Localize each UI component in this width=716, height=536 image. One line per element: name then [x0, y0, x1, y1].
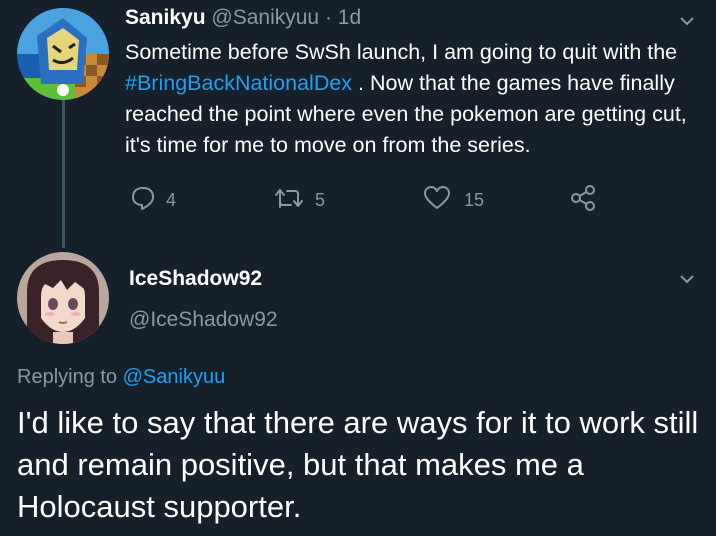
author-handle[interactable]: @IceShadow92 — [129, 308, 278, 332]
share-button[interactable] — [569, 183, 597, 217]
reply-count: 4 — [166, 189, 177, 210]
tweet-text: Sometime before SwSh launch, I am going … — [125, 37, 700, 161]
author-name[interactable]: IceShadow92 — [129, 267, 262, 291]
replying-prefix: Replying to — [17, 366, 123, 388]
thread-line — [62, 98, 65, 248]
chevron-down-icon[interactable] — [680, 14, 694, 28]
like-count: 15 — [464, 189, 485, 210]
avatar[interactable] — [17, 252, 109, 344]
reply-icon — [130, 185, 156, 216]
separator: · — [324, 6, 332, 29]
tweet-text: I'd like to say that there are ways for … — [17, 405, 699, 524]
tweet-text-part: Sometime before SwSh launch, I am going … — [125, 40, 678, 64]
author-name[interactable]: Sanikyu — [125, 6, 206, 29]
replying-to-link[interactable]: @Sanikyuu — [123, 366, 226, 388]
share-icon — [569, 184, 597, 217]
like-icon — [423, 185, 451, 216]
avatar[interactable] — [17, 8, 109, 100]
retweet-button[interactable]: 5 — [273, 183, 325, 217]
tweet-header: Sanikyu @Sanikyuu · 1d — [125, 6, 361, 30]
replying-to: Replying to @Sanikyuu — [17, 366, 225, 389]
retweet-count: 5 — [315, 189, 326, 210]
tweet-actions: 4 5 15 — [125, 183, 605, 217]
author-handle[interactable]: @Sanikyuu — [211, 6, 319, 29]
like-button[interactable]: 15 — [423, 183, 484, 217]
reply-button[interactable]: 4 — [130, 183, 176, 217]
retweet-icon — [273, 185, 305, 216]
timestamp[interactable]: 1d — [338, 6, 361, 29]
hashtag-link[interactable]: #BringBackNationalDex — [125, 71, 352, 95]
chevron-down-icon[interactable] — [680, 272, 694, 286]
